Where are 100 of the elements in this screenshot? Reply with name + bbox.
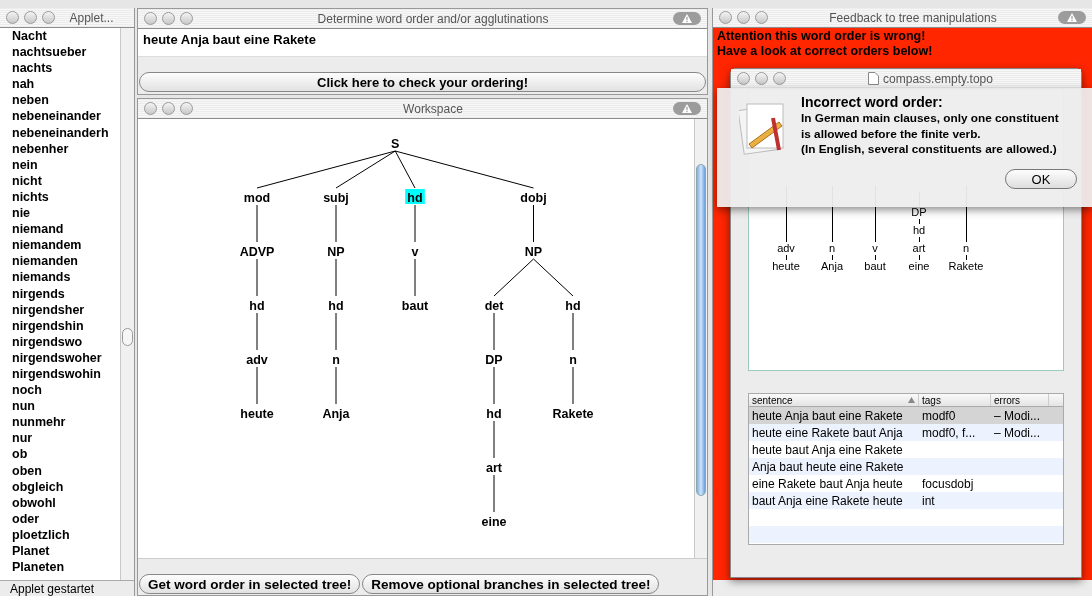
warning-icon — [682, 104, 692, 113]
tree-branch-line — [335, 312, 337, 351]
table-row[interactable]: Anja baut heute eine Rakete — [749, 458, 1063, 475]
tree-branch-line — [335, 258, 337, 297]
list-item[interactable]: nachtsueber — [12, 44, 118, 61]
tree-branch-line — [256, 312, 258, 351]
table-cell: heute eine Rakete baut Anja — [752, 425, 903, 440]
list-item[interactable]: nachts — [12, 60, 118, 77]
table-row[interactable]: heute Anja baut eine Rakete modf0 – Modi... — [749, 407, 1063, 424]
window-control-button[interactable] — [719, 11, 732, 24]
warning-icon — [682, 14, 692, 23]
tree-action-button[interactable]: Get word order in selected tree! — [139, 574, 361, 594]
table-cell: modf0, f... — [922, 425, 976, 440]
tree-node-label: hd — [249, 299, 265, 313]
tree-node-label: NP — [327, 245, 345, 259]
window-control-button[interactable] — [755, 72, 768, 85]
window-control-button[interactable] — [773, 72, 786, 85]
window-control-button[interactable] — [144, 102, 157, 115]
tree-node-label: det — [484, 299, 504, 313]
window-control-button[interactable] — [24, 11, 37, 24]
list-item[interactable]: nirgendswohin — [12, 365, 118, 383]
window-control-button[interactable] — [180, 102, 193, 115]
warning-button[interactable] — [673, 102, 701, 115]
table-cell: heute baut Anja eine Rakete — [752, 442, 903, 457]
tree-node-label: n — [332, 353, 340, 367]
list-item[interactable]: nicht — [12, 172, 118, 189]
list-item[interactable]: nebeneinander — [12, 108, 118, 125]
tree-node-label: eine — [481, 515, 507, 529]
tree-node-label: Anja — [821, 260, 843, 273]
list-item[interactable]: nichts — [12, 188, 118, 206]
list-item[interactable]: Planet — [12, 543, 118, 560]
list-item[interactable]: obwohl — [12, 494, 118, 511]
table-cell: focusdobj — [922, 476, 974, 491]
list-item[interactable]: nirgendsher — [12, 301, 118, 318]
tree-node-label: heute — [772, 260, 800, 273]
window-control-button[interactable] — [180, 12, 193, 25]
table-cell: – Modi... — [994, 425, 1041, 440]
table-row[interactable]: baut Anja eine Rakete heute int — [749, 492, 1063, 509]
table-cell: Anja baut heute eine Rakete — [752, 459, 904, 474]
column-header[interactable]: sentence — [749, 394, 919, 406]
window-control-button[interactable] — [737, 72, 750, 85]
check-ordering-button[interactable]: Click here to check your ordering! — [139, 72, 706, 92]
alert-title: Incorrect word order: — [801, 94, 944, 111]
list-item[interactable]: niemandem — [12, 237, 118, 254]
list-item[interactable]: oben — [12, 462, 118, 479]
column-header[interactable]: errors — [991, 394, 1049, 406]
window-control-button[interactable] — [42, 11, 55, 24]
list-item[interactable]: niemands — [12, 269, 118, 286]
list-item[interactable]: ploetzlich — [12, 526, 118, 543]
list-item[interactable]: nirgendswo — [12, 333, 118, 350]
column-header[interactable]: tags — [919, 394, 991, 406]
list-item[interactable]: ob — [12, 446, 118, 463]
tree-node-label: hd — [405, 189, 425, 205]
scrollbar[interactable] — [120, 28, 134, 580]
list-item[interactable]: niemand — [12, 221, 118, 238]
window-title: Applet... — [69, 9, 114, 27]
list-item[interactable]: nein — [12, 156, 118, 173]
list-item[interactable]: nebeneinanderh — [12, 124, 118, 141]
list-item[interactable]: nirgendshin — [12, 317, 118, 334]
list-item[interactable]: niemanden — [12, 253, 118, 270]
table-cell: modf0 — [922, 408, 956, 423]
table-cell: – Modi... — [994, 408, 1041, 423]
tree-node-label: n — [962, 242, 970, 255]
tree-node-label: n — [828, 242, 836, 255]
list-item[interactable]: nah — [12, 76, 118, 93]
list-item[interactable]: Planeten — [12, 559, 118, 576]
window-control-button[interactable] — [162, 102, 175, 115]
tree-branch-line — [256, 366, 258, 405]
tree-node-label: hd — [328, 299, 344, 313]
tree-node-label: Rakete — [552, 407, 594, 421]
window-control-button[interactable] — [6, 11, 19, 24]
sentence-field[interactable]: heute Anja baut eine Rakete — [138, 29, 707, 57]
window-control-button[interactable] — [737, 11, 750, 24]
tree-branch-line — [493, 474, 495, 513]
window-control-button[interactable] — [162, 12, 175, 25]
list-item[interactable]: nun — [12, 398, 118, 415]
warning-button[interactable] — [673, 12, 701, 25]
tree-branch-line — [572, 312, 574, 351]
table-row[interactable]: heute eine Rakete baut Anja modf0, f... – Modi... — [749, 424, 1063, 441]
list-item[interactable]: oder — [12, 510, 118, 527]
list-item[interactable]: nirgendswoher — [12, 349, 118, 366]
list-item[interactable]: nie — [12, 205, 118, 222]
tree-node-label: art — [912, 242, 926, 255]
list-item[interactable]: nunmehr — [12, 414, 118, 431]
window-control-button[interactable] — [144, 12, 157, 25]
ok-button[interactable]: OK — [1005, 168, 1077, 189]
list-item[interactable]: Nacht — [12, 28, 118, 45]
list-item[interactable]: noch — [12, 382, 118, 399]
warning-button[interactable] — [1058, 11, 1086, 24]
tree-node-label: eine — [908, 260, 930, 273]
list-item[interactable]: nebenher — [12, 140, 118, 157]
tree-action-button[interactable]: Remove optional branches in selected tree! — [362, 574, 660, 594]
list-item[interactable]: nirgends — [12, 285, 118, 302]
list-item[interactable]: obgleich — [12, 478, 118, 495]
tree-branch-line — [533, 204, 534, 243]
tree-branch-line — [572, 366, 574, 405]
scrollbar[interactable] — [694, 119, 707, 558]
list-item[interactable]: neben — [12, 92, 118, 109]
window-control-button[interactable] — [755, 11, 768, 24]
list-item[interactable]: nur — [12, 430, 118, 447]
